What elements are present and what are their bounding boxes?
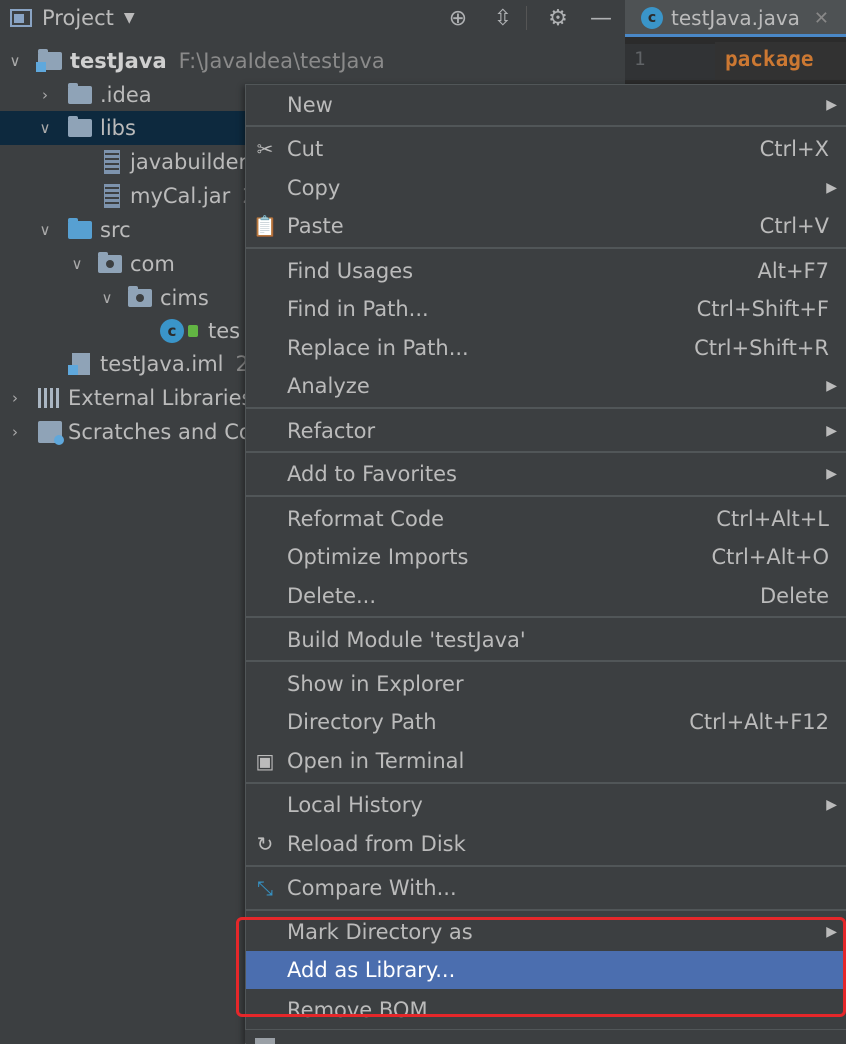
partial-icon — [255, 1038, 275, 1044]
menu-separator — [246, 451, 846, 453]
menu-item-directory-path[interactable]: Directory Path Ctrl+Alt+F12 — [246, 703, 846, 741]
chevron-down-icon[interactable]: ∨ — [100, 289, 114, 307]
menu-separator — [246, 865, 846, 867]
tree-item-label: src — [100, 218, 131, 242]
tree-item-label: testJava.iml — [100, 352, 224, 376]
menu-item-replace-in-path[interactable]: Replace in Path... Ctrl+Shift+R — [246, 329, 846, 367]
scratches-icon — [38, 421, 64, 445]
jar-icon — [104, 184, 120, 208]
tree-item-label: com — [130, 252, 175, 276]
menu-item-cut[interactable]: ✂ Cut Ctrl+X — [246, 130, 846, 168]
root-name: testJava — [70, 49, 167, 73]
menu-item-refactor[interactable]: Refactor ▶ — [246, 412, 846, 450]
submenu-arrow-icon: ▶ — [826, 797, 837, 813]
tree-item-label: javabuilder. — [130, 150, 252, 174]
submenu-arrow-icon: ▶ — [826, 423, 837, 439]
menu-separator — [246, 495, 846, 497]
submenu-arrow-icon: ▶ — [826, 180, 837, 196]
line-number: 1 — [634, 48, 646, 70]
project-label: Project — [42, 6, 114, 30]
iml-file-icon — [68, 353, 90, 375]
menu-item-find-in-path[interactable]: Find in Path... Ctrl+Shift+F — [246, 290, 846, 328]
tree-item-root[interactable]: ∨ testJava F:\JavaIdea\testJava — [0, 44, 625, 78]
tab-label: testJava.java — [671, 6, 800, 30]
folder-icon — [68, 116, 92, 137]
context-menu: New ▶ ✂ Cut Ctrl+X Copy ▶ 📋 Paste Ctrl+V… — [245, 84, 846, 1044]
library-icon — [38, 388, 62, 408]
submenu-arrow-icon: ▶ — [826, 466, 837, 482]
active-tab-indicator — [625, 34, 846, 37]
chevron-down-icon[interactable]: ∨ — [8, 52, 22, 70]
menu-separator — [246, 909, 846, 911]
chevron-down-icon[interactable]: ∨ — [38, 221, 52, 239]
package-icon — [128, 286, 152, 307]
clipboard-icon: 📋 — [252, 214, 278, 238]
menu-item-analyze[interactable]: Analyze ▶ — [246, 367, 846, 405]
chevron-down-icon[interactable]: ∨ — [70, 255, 84, 273]
chevron-down-icon: ▼ — [123, 10, 135, 26]
source-folder-icon — [68, 218, 92, 239]
submenu-arrow-icon: ▶ — [826, 97, 837, 113]
menu-separator — [246, 660, 846, 662]
menu-item-find-usages[interactable]: Find Usages Alt+F7 — [246, 252, 846, 290]
menu-item-show-in-explorer[interactable]: Show in Explorer — [246, 665, 846, 703]
menu-item-delete[interactable]: Delete... Delete — [246, 577, 846, 615]
menu-separator — [246, 247, 846, 249]
menu-item-open-in-terminal[interactable]: ▣ Open in Terminal — [246, 742, 846, 780]
chevron-right-icon[interactable]: › — [38, 86, 52, 104]
close-icon[interactable]: ✕ — [814, 8, 829, 29]
collapse-icon[interactable]: ⇳ — [489, 4, 517, 32]
menu-item-local-history[interactable]: Local History ▶ — [246, 786, 846, 824]
annotation-highlight-box — [236, 917, 846, 1017]
terminal-icon: ▣ — [255, 749, 275, 773]
tree-item-label: External Libraries — [68, 386, 253, 410]
editor-tab-testjava[interactable]: c testJava.java ✕ — [625, 0, 846, 36]
menu-item-optimize-imports[interactable]: Optimize Imports Ctrl+Alt+O — [246, 538, 846, 576]
menu-separator — [246, 616, 846, 618]
gear-icon[interactable]: ⚙ — [544, 4, 572, 32]
menu-separator — [246, 125, 846, 127]
lock-icon — [188, 325, 198, 337]
menu-item-partial — [245, 1030, 846, 1044]
tree-item-label: Scratches and Co — [68, 420, 252, 444]
folder-icon — [68, 83, 92, 104]
java-class-icon: c — [160, 319, 184, 343]
project-window-icon — [10, 9, 32, 27]
chevron-right-icon[interactable]: › — [8, 423, 22, 441]
locate-icon[interactable]: ⊕ — [444, 4, 472, 32]
tree-item-label: libs — [100, 116, 136, 140]
scissors-icon: ✂ — [256, 137, 274, 161]
menu-separator — [246, 782, 846, 784]
menu-item-paste[interactable]: 📋 Paste Ctrl+V — [246, 207, 846, 245]
toolbar-divider — [526, 6, 527, 30]
tree-item-label: tes — [208, 319, 241, 343]
minimize-icon[interactable]: — — [587, 4, 615, 32]
menu-item-add-to-favorites[interactable]: Add to Favorites ▶ — [246, 455, 846, 493]
menu-item-copy[interactable]: Copy ▶ — [246, 169, 846, 207]
module-folder-icon — [36, 49, 62, 72]
root-path: F:\JavaIdea\testJava — [178, 49, 385, 73]
tree-item-label: .idea — [100, 83, 152, 107]
submenu-arrow-icon: ▶ — [826, 378, 837, 394]
menu-item-compare-with[interactable]: ⤡ Compare With... — [246, 869, 846, 907]
menu-item-new[interactable]: New ▶ — [246, 87, 846, 123]
reload-icon: ↻ — [256, 832, 274, 856]
chevron-right-icon[interactable]: › — [8, 389, 22, 407]
project-toolbar: Project ▼ ⊕ ⇳ ⚙ — — [0, 0, 625, 36]
package-icon — [98, 252, 122, 273]
java-class-icon: c — [641, 7, 663, 29]
jar-icon — [104, 150, 120, 174]
menu-item-reload-from-disk[interactable]: ↻ Reload from Disk — [246, 825, 846, 863]
menu-separator — [246, 407, 846, 409]
tree-item-label: cims — [160, 286, 209, 310]
tree-item-label: myCal.jar — [130, 184, 231, 208]
chevron-down-icon[interactable]: ∨ — [38, 119, 52, 137]
code-keyword[interactable]: package — [725, 47, 814, 71]
menu-item-build-module[interactable]: Build Module 'testJava' — [246, 621, 846, 659]
project-view-selector[interactable]: Project ▼ — [10, 4, 135, 32]
compare-icon: ⤡ — [257, 876, 273, 900]
menu-item-reformat-code[interactable]: Reformat Code Ctrl+Alt+L — [246, 500, 846, 538]
